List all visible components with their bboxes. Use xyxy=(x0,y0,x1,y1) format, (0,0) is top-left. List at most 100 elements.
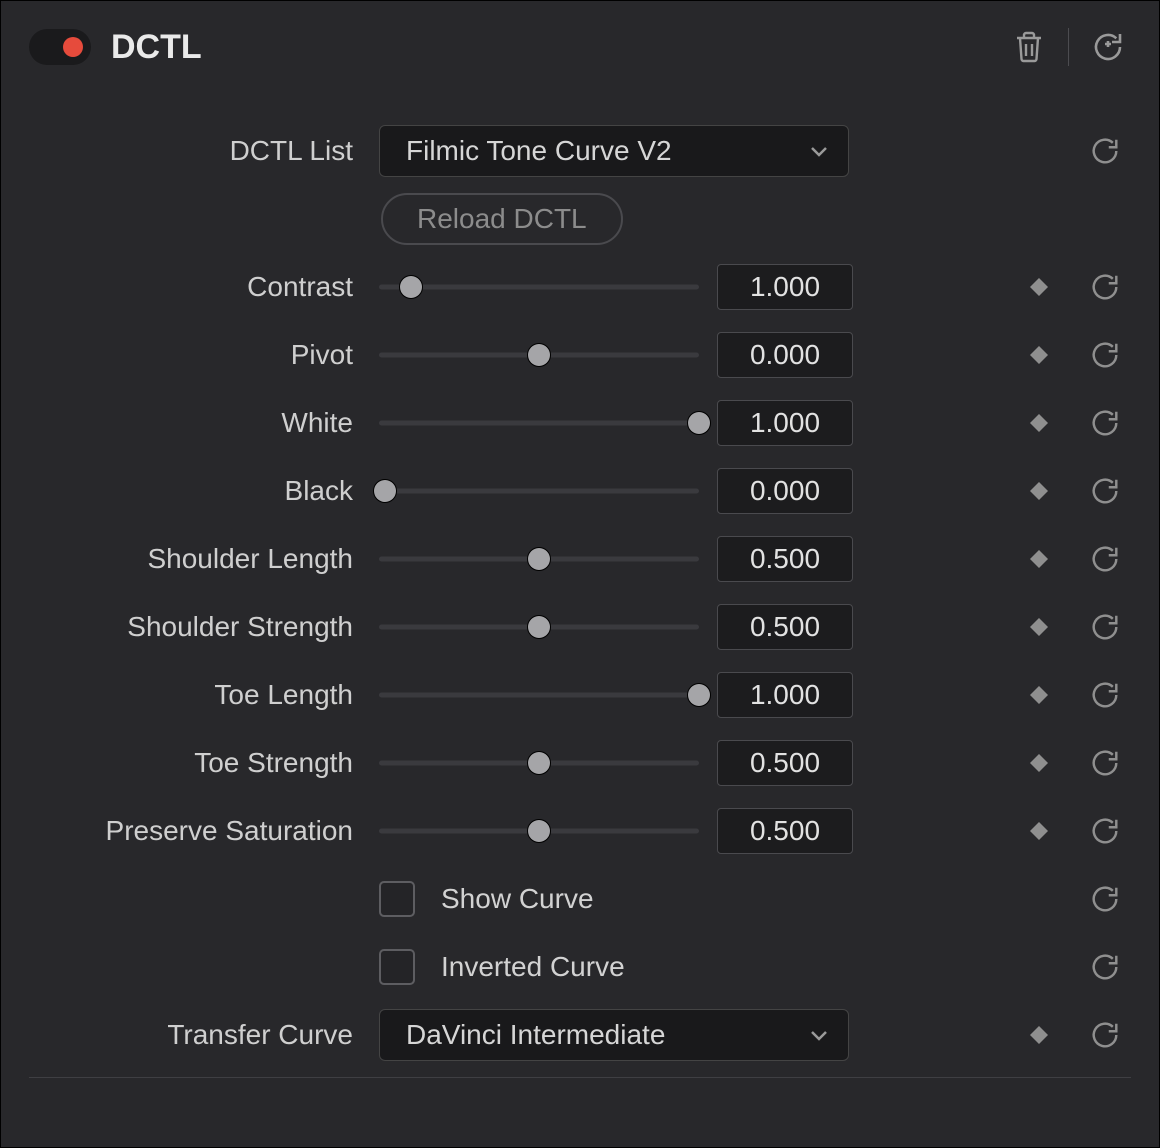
reset-icon[interactable] xyxy=(1087,745,1123,781)
keyframe-transfer-curve[interactable] xyxy=(1021,1017,1057,1053)
slider-label: Toe Length xyxy=(29,679,379,711)
dctl-list-value: Filmic Tone Curve V2 xyxy=(406,135,808,167)
slider-track-wrap[interactable] xyxy=(379,751,699,775)
reset-icon[interactable] xyxy=(1087,269,1123,305)
slider-row: Toe Length 1.000 xyxy=(29,661,1131,729)
checkbox[interactable] xyxy=(379,949,415,985)
slider-label: White xyxy=(29,407,379,439)
slider-value-input[interactable]: 1.000 xyxy=(717,672,853,718)
slider-thumb[interactable] xyxy=(688,684,710,706)
slider-track-wrap[interactable] xyxy=(379,615,699,639)
trash-icon[interactable] xyxy=(1006,24,1052,70)
slider-track-wrap[interactable] xyxy=(379,411,699,435)
slider-value-input[interactable]: 0.000 xyxy=(717,468,853,514)
slider-track xyxy=(379,489,699,494)
slider-label: Shoulder Strength xyxy=(29,611,379,643)
reset-icon[interactable] xyxy=(1087,609,1123,645)
row-reload: Reload DCTL xyxy=(29,185,1131,253)
keyframe-diamond-icon[interactable] xyxy=(1021,541,1057,577)
slider-value-input[interactable]: 0.500 xyxy=(717,604,853,650)
slider-value-input[interactable]: 0.500 xyxy=(717,808,853,854)
keyframe-diamond-icon[interactable] xyxy=(1021,269,1057,305)
reset-icon[interactable] xyxy=(1087,405,1123,441)
transfer-curve-value: DaVinci Intermediate xyxy=(406,1019,808,1051)
slider-label: Toe Strength xyxy=(29,747,379,779)
slider-value-input[interactable]: 1.000 xyxy=(717,264,853,310)
slider-row: Pivot 0.000 xyxy=(29,321,1131,389)
slider-row: Preserve Saturation 0.500 xyxy=(29,797,1131,865)
slider-label: Black xyxy=(29,475,379,507)
reset-icon[interactable] xyxy=(1087,677,1123,713)
keyframe-diamond-icon[interactable] xyxy=(1021,337,1057,373)
panel-header: DCTL xyxy=(29,11,1131,83)
checkbox[interactable] xyxy=(379,881,415,917)
footer-divider xyxy=(29,1077,1131,1078)
keyframe-diamond-icon[interactable] xyxy=(1021,677,1057,713)
reset-icon[interactable] xyxy=(1087,473,1123,509)
checkbox-row: Show Curve xyxy=(29,865,1131,933)
parameter-list: DCTL List Filmic Tone Curve V2 xyxy=(29,117,1131,1069)
reset-icon[interactable] xyxy=(1087,949,1123,985)
dctl-list-dropdown[interactable]: Filmic Tone Curve V2 xyxy=(379,125,849,177)
slider-track xyxy=(379,693,699,698)
slider-row: Contrast 1.000 xyxy=(29,253,1131,321)
label-dctl-list: DCTL List xyxy=(29,135,379,167)
reload-dctl-button[interactable]: Reload DCTL xyxy=(381,193,623,245)
slider-row: Toe Strength 0.500 xyxy=(29,729,1131,797)
slider-row: Shoulder Length 0.500 xyxy=(29,525,1131,593)
slider-track xyxy=(379,285,699,290)
transfer-curve-dropdown[interactable]: DaVinci Intermediate xyxy=(379,1009,849,1061)
row-transfer-curve: Transfer Curve DaVinci Intermediate xyxy=(29,1001,1131,1069)
slider-thumb[interactable] xyxy=(528,344,550,366)
slider-track-wrap[interactable] xyxy=(379,683,699,707)
slider-label: Pivot xyxy=(29,339,379,371)
slider-thumb[interactable] xyxy=(528,548,550,570)
dctl-panel: DCTL DCTL List Filmic Tone xyxy=(0,0,1160,1148)
slider-thumb[interactable] xyxy=(374,480,396,502)
slider-row: Black 0.000 xyxy=(29,457,1131,525)
reset-icon[interactable] xyxy=(1087,337,1123,373)
slider-row: Shoulder Strength 0.500 xyxy=(29,593,1131,661)
enable-indicator xyxy=(63,37,83,57)
slider-value-input[interactable]: 0.500 xyxy=(717,740,853,786)
checkbox-row: Inverted Curve xyxy=(29,933,1131,1001)
reset-icon[interactable] xyxy=(1087,813,1123,849)
reset-transfer-curve[interactable] xyxy=(1087,1017,1123,1053)
slider-value-input[interactable]: 0.500 xyxy=(717,536,853,582)
slider-track-wrap[interactable] xyxy=(379,547,699,571)
checkbox-label: Show Curve xyxy=(441,883,594,915)
keyframe-diamond-icon[interactable] xyxy=(1021,813,1057,849)
slider-track-wrap[interactable] xyxy=(379,479,699,503)
slider-thumb[interactable] xyxy=(528,820,550,842)
reset-icon[interactable] xyxy=(1087,541,1123,577)
slider-value-input[interactable]: 0.000 xyxy=(717,332,853,378)
slider-thumb[interactable] xyxy=(400,276,422,298)
label-transfer-curve: Transfer Curve xyxy=(29,1019,379,1051)
row-dctl-list: DCTL List Filmic Tone Curve V2 xyxy=(29,117,1131,185)
keyframe-diamond-icon[interactable] xyxy=(1021,473,1057,509)
slider-label: Preserve Saturation xyxy=(29,815,379,847)
slider-row: White 1.000 xyxy=(29,389,1131,457)
slider-thumb[interactable] xyxy=(528,616,550,638)
panel-title: DCTL xyxy=(111,28,202,67)
keyframe-diamond-icon[interactable] xyxy=(1021,609,1057,645)
keyframe-diamond-icon[interactable] xyxy=(1021,745,1057,781)
slider-thumb[interactable] xyxy=(688,412,710,434)
reset-dctl-list[interactable] xyxy=(1087,133,1123,169)
chevron-down-icon xyxy=(808,140,830,162)
reset-icon[interactable] xyxy=(1087,881,1123,917)
slider-track-wrap[interactable] xyxy=(379,819,699,843)
slider-label: Shoulder Length xyxy=(29,543,379,575)
header-separator xyxy=(1068,28,1069,66)
slider-track xyxy=(379,421,699,426)
slider-label: Contrast xyxy=(29,271,379,303)
slider-thumb[interactable] xyxy=(528,752,550,774)
chevron-down-icon xyxy=(808,1024,830,1046)
slider-track-wrap[interactable] xyxy=(379,275,699,299)
enable-toggle[interactable] xyxy=(29,29,91,65)
slider-track-wrap[interactable] xyxy=(379,343,699,367)
keyframe-diamond-icon[interactable] xyxy=(1021,405,1057,441)
reset-all-icon[interactable] xyxy=(1085,24,1131,70)
checkbox-label: Inverted Curve xyxy=(441,951,625,983)
slider-value-input[interactable]: 1.000 xyxy=(717,400,853,446)
